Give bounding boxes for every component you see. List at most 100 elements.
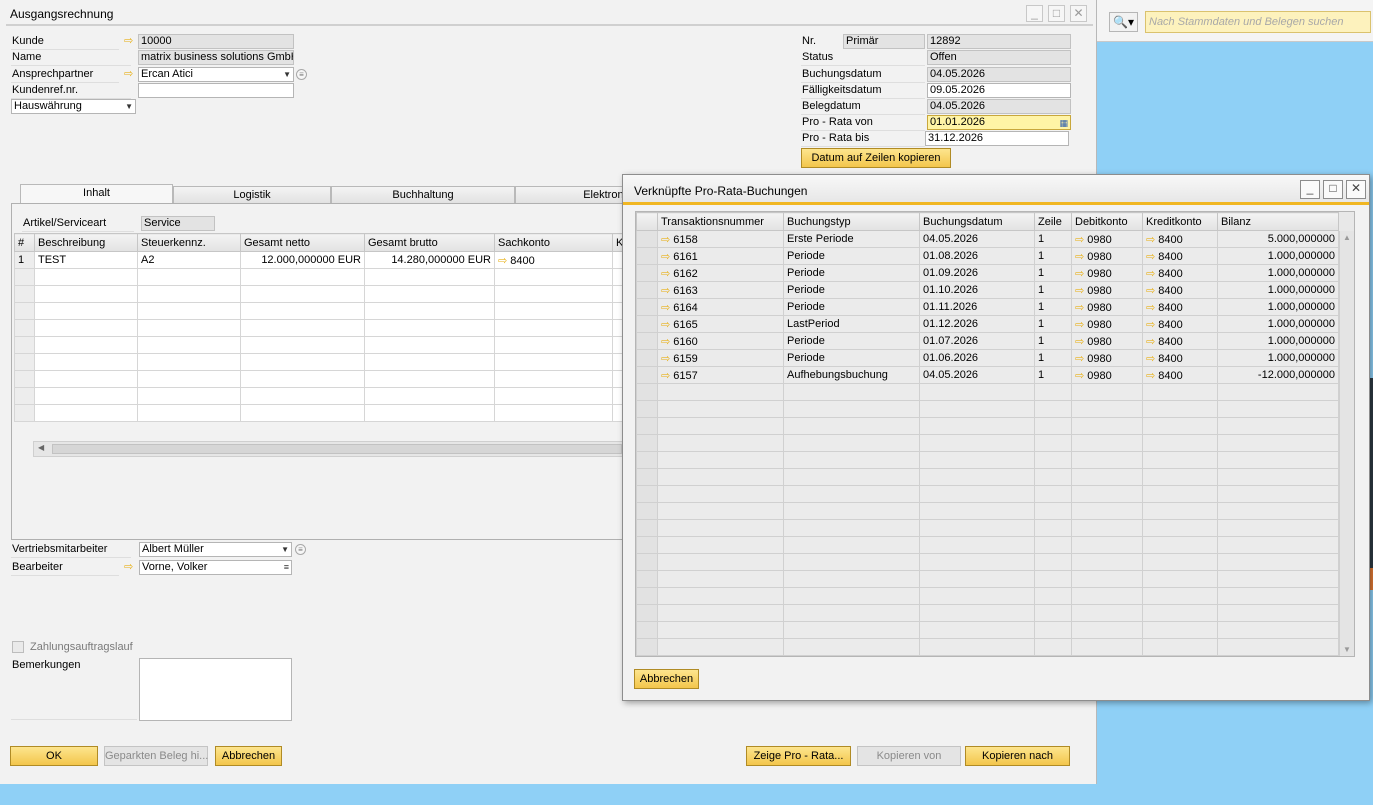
link-arrow-icon[interactable]: ⇨ (1146, 336, 1155, 348)
table-row[interactable] (636, 502, 1339, 520)
table-cell[interactable] (240, 268, 365, 286)
table-cell[interactable] (1217, 604, 1339, 622)
link-arrow-icon[interactable]: ⇨ (1075, 234, 1084, 246)
park-document-button[interactable]: Geparkten Beleg hi... (104, 746, 208, 766)
table-cell[interactable] (14, 302, 35, 320)
link-arrow-icon[interactable] (124, 37, 136, 46)
table-cell[interactable] (657, 587, 784, 605)
dialog-titlebar[interactable]: Verknüpfte Pro-Rata-Buchungen _ □ ✕ (623, 175, 1369, 205)
table-cell[interactable]: -12.000,000000 (1217, 366, 1339, 384)
table-cell[interactable] (1142, 553, 1218, 571)
link-arrow-icon[interactable]: ⇨ (1075, 353, 1084, 365)
table-cell[interactable] (1071, 417, 1143, 435)
row-header[interactable] (636, 519, 658, 537)
table-cell[interactable]: 1 (1034, 230, 1072, 248)
table-cell[interactable] (34, 319, 138, 337)
column-header[interactable]: Debitkonto (1071, 212, 1143, 231)
table-cell[interactable] (364, 370, 495, 388)
currency-select[interactable]: Hauswährung ▼ (11, 99, 136, 114)
close-icon[interactable]: ✕ (1070, 5, 1087, 22)
table-cell[interactable] (34, 302, 138, 320)
table-cell[interactable] (1142, 570, 1218, 588)
table-cell[interactable] (14, 285, 35, 303)
table-cell[interactable]: ⇨ 0980 (1071, 332, 1143, 350)
row-header[interactable] (636, 264, 658, 282)
table-cell[interactable] (364, 302, 495, 320)
table-cell[interactable] (1071, 485, 1143, 503)
table-cell[interactable] (657, 451, 784, 469)
table-cell[interactable] (1034, 417, 1072, 435)
table-cell[interactable] (137, 336, 241, 354)
table-cell[interactable] (34, 353, 138, 371)
table-cell[interactable] (657, 536, 784, 554)
table-row[interactable]: ⇨ 6157 Aufhebungsbuchung 04.05.2026 1 ⇨ 0980 ⇨ 8… (636, 366, 1339, 384)
link-arrow-icon[interactable]: ⇨ (1075, 302, 1084, 314)
table-cell[interactable]: 1.000,000000 (1217, 298, 1339, 316)
link-arrow-icon[interactable]: ⇨ (498, 255, 507, 267)
table-cell[interactable] (783, 536, 920, 554)
cancel-button[interactable]: Abbrechen (215, 746, 282, 766)
table-cell[interactable]: 1.000,000000 (1217, 332, 1339, 350)
table-cell[interactable] (657, 383, 784, 401)
global-search-input[interactable]: Nach Stammdaten und Belegen suchen (1145, 11, 1371, 33)
doc-number-field[interactable]: 12892 (927, 34, 1071, 49)
horizontal-scrollbar[interactable]: ◀ (33, 441, 628, 457)
table-cell[interactable] (494, 387, 613, 405)
table-cell[interactable] (919, 587, 1035, 605)
table-cell[interactable] (1142, 621, 1218, 639)
row-header[interactable] (636, 587, 658, 605)
table-cell[interactable] (34, 285, 138, 303)
table-cell[interactable] (494, 302, 613, 320)
table-cell[interactable] (1034, 570, 1072, 588)
table-cell[interactable] (1217, 553, 1339, 571)
table-row[interactable]: 1 TEST A2 12.000,000000 EUR 14.280,000000 EU… (14, 251, 628, 269)
table-cell[interactable] (657, 434, 784, 452)
table-cell[interactable]: ⇨ 6163 (657, 281, 784, 299)
table-cell[interactable]: 1 (1034, 298, 1072, 316)
table-cell[interactable] (1034, 587, 1072, 605)
table-cell[interactable] (783, 383, 920, 401)
scroll-up-icon[interactable]: ▲ (1343, 233, 1351, 242)
table-row[interactable] (636, 621, 1339, 639)
table-cell[interactable] (137, 353, 241, 371)
link-arrow-icon[interactable]: ⇨ (661, 251, 670, 263)
show-prorata-button[interactable]: Zeige Pro - Rata... (746, 746, 851, 766)
table-row[interactable]: ⇨ 6163 Periode 01.10.2026 1 ⇨ 0980 ⇨ 8400 1.000,0… (636, 281, 1339, 299)
link-arrow-icon[interactable]: ⇨ (661, 336, 670, 348)
row-header[interactable] (636, 621, 658, 639)
row-header[interactable] (636, 536, 658, 554)
link-arrow-icon[interactable]: ⇨ (1075, 319, 1084, 331)
table-cell[interactable] (657, 468, 784, 486)
table-row[interactable] (14, 353, 628, 371)
table-cell[interactable] (494, 336, 613, 354)
bearbeiter-field[interactable]: Vorne, Volker ≡ (139, 560, 292, 575)
table-cell[interactable] (14, 336, 35, 354)
table-cell[interactable]: ⇨ 8400 (1142, 315, 1218, 333)
table-cell[interactable] (783, 519, 920, 537)
table-row[interactable] (636, 553, 1339, 571)
copy-to-button[interactable]: Kopieren nach (965, 746, 1070, 766)
series-field[interactable]: Primär (843, 34, 925, 49)
table-cell[interactable]: ⇨ 6165 (657, 315, 784, 333)
table-cell[interactable]: Periode (783, 281, 920, 299)
table-cell[interactable] (783, 587, 920, 605)
table-cell[interactable] (137, 387, 241, 405)
row-header[interactable] (636, 638, 658, 656)
table-cell[interactable] (34, 268, 138, 286)
table-cell[interactable] (783, 604, 920, 622)
table-cell[interactable] (1034, 604, 1072, 622)
table-cell[interactable]: ⇨ 0980 (1071, 298, 1143, 316)
table-cell[interactable] (364, 268, 495, 286)
table-cell[interactable] (1071, 383, 1143, 401)
table-cell[interactable] (1071, 570, 1143, 588)
dropdown-arrow-icon[interactable]: ▼ (283, 68, 291, 81)
link-arrow-icon[interactable] (124, 563, 136, 572)
link-arrow-icon[interactable]: ⇨ (661, 353, 670, 365)
tab-elektronisch[interactable]: Elektroni (515, 186, 631, 204)
row-header[interactable] (636, 485, 658, 503)
table-cell[interactable]: ⇨ 8400 (1142, 332, 1218, 350)
table-cell[interactable] (364, 336, 495, 354)
table-cell[interactable] (364, 404, 495, 422)
table-cell[interactable] (1142, 502, 1218, 520)
kundenref-field[interactable] (138, 83, 294, 98)
